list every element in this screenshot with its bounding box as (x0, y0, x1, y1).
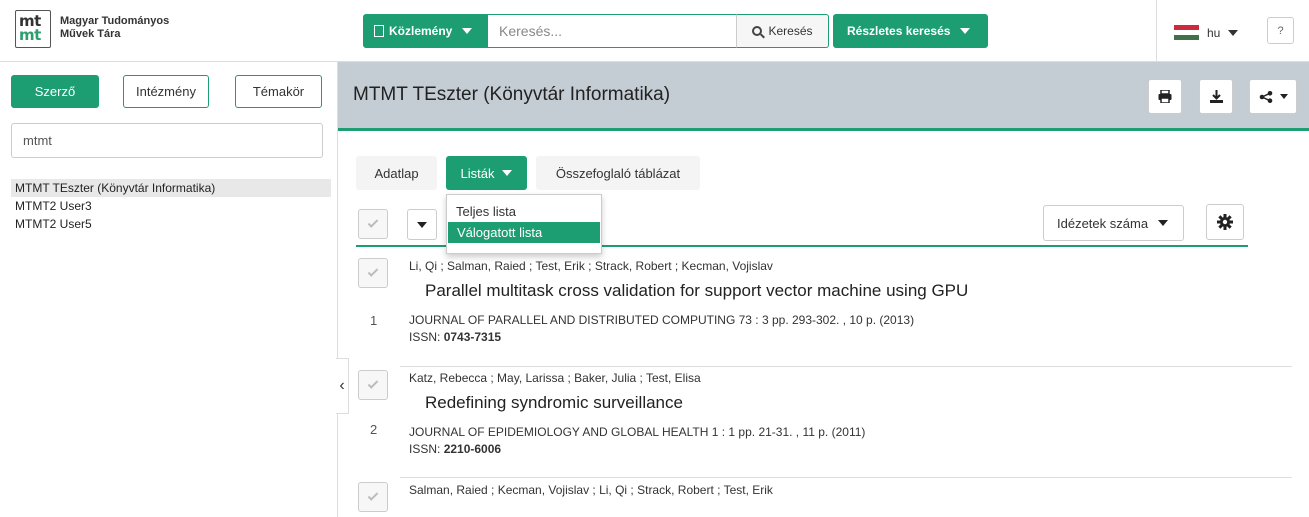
chevron-down-icon (1279, 94, 1288, 99)
tab-institution[interactable]: Intézmény (123, 75, 209, 108)
divider (400, 477, 1292, 478)
menu-item-selected-list[interactable]: Válogatott lista (448, 222, 600, 243)
item-issn: ISSN: 0743-7315 (409, 330, 501, 344)
check-icon (367, 378, 379, 389)
search-icon (752, 26, 763, 36)
divider (400, 366, 1292, 367)
chevron-down-icon (960, 28, 971, 34)
item-number: 1 (370, 313, 378, 328)
logo-text: Magyar Tudományos Művek Tára (60, 15, 169, 41)
issn-value: 2210-6006 (443, 442, 502, 456)
tab-datasheet-label: Adatlap (374, 165, 419, 181)
help-button[interactable]: ? (1267, 17, 1294, 44)
main-header: MTMT TEszter (Könyvtár Informatika) (338, 62, 1309, 131)
hungarian-flag-icon (1174, 25, 1199, 40)
download-button[interactable] (1199, 79, 1233, 114)
lists-dropdown-menu: Teljes lista Válogatott lista (446, 194, 602, 254)
tab-topic-label: Témakör (252, 84, 305, 99)
list-item[interactable]: MTMT2 User3 (11, 197, 331, 215)
top-bar: mt mt Magyar Tudományos Művek Tára Közle… (0, 0, 1309, 62)
chevron-left-icon: ‹ (339, 377, 345, 394)
chevron-down-icon (1158, 220, 1169, 226)
divider (1156, 0, 1157, 62)
list-item[interactable]: MTMT2 User5 (11, 215, 331, 233)
help-label: ? (1277, 24, 1284, 37)
select-all-checkbox[interactable] (358, 209, 388, 239)
chevron-down-icon (1228, 29, 1239, 36)
tab-topic[interactable]: Témakör (235, 75, 322, 108)
search-input[interactable]: Keresés... (488, 14, 737, 48)
issn-label: ISSN: (409, 330, 441, 344)
document-icon (374, 25, 384, 37)
printer-icon (1158, 90, 1172, 103)
language-selector[interactable]: hu (1174, 25, 1239, 40)
author-filter-value: mtmt (23, 133, 52, 148)
list-item: 2 Katz, Rebecca ; May, Larissa ; Baker, … (356, 370, 1292, 470)
author-list: MTMT TEszter (Könyvtár Informatika) MTMT… (11, 179, 331, 233)
item-title[interactable]: Parallel multitask cross validation for … (425, 281, 968, 301)
author-filter-input[interactable]: mtmt (11, 123, 323, 158)
issn-label: ISSN: (409, 442, 441, 456)
chevron-down-icon (417, 221, 427, 228)
item-checkbox[interactable] (358, 482, 388, 512)
tab-institution-label: Intézmény (136, 84, 196, 99)
tab-author[interactable]: Szerző (11, 75, 99, 108)
search-group: Közlemény Keresés... Keresés (363, 14, 829, 48)
logo-mark: mt mt (15, 10, 51, 48)
item-authors[interactable]: Salman, Raied ; Kecman, Vojislav ; Li, Q… (409, 483, 773, 497)
settings-button[interactable] (1206, 204, 1244, 240)
item-issn: ISSN: 2210-6006 (409, 442, 501, 456)
search-placeholder: Keresés... (499, 23, 563, 39)
advanced-search-label: Részletes keresés (847, 24, 951, 38)
sidebar: Szerző Intézmény Témakör mtmt MTMT TEszt… (0, 62, 338, 517)
item-authors[interactable]: Li, Qi ; Salman, Raied ; Test, Erik ; St… (409, 259, 773, 273)
logo-line2: Művek Tára (60, 28, 121, 40)
item-authors[interactable]: Katz, Rebecca ; May, Larissa ; Baker, Ju… (409, 371, 701, 385)
item-number: 2 (370, 422, 378, 437)
item-title[interactable]: Redefining syndromic surveillance (425, 393, 683, 413)
publication-type-label: Közlemény (389, 24, 453, 38)
item-checkbox[interactable] (358, 370, 388, 400)
share-button[interactable] (1249, 79, 1297, 114)
check-icon (367, 217, 379, 228)
item-checkbox[interactable] (358, 258, 388, 288)
item-journal: JOURNAL OF EPIDEMIOLOGY AND GLOBAL HEALT… (409, 425, 866, 439)
print-button[interactable] (1148, 79, 1182, 114)
menu-item-full-list[interactable]: Teljes lista (447, 201, 601, 222)
sort-dropdown[interactable]: Idézetek száma (1043, 205, 1184, 241)
tab-summary-table[interactable]: Összefoglaló táblázat (536, 156, 700, 190)
selection-menu-button[interactable] (407, 209, 437, 240)
sort-label: Idézetek száma (1057, 215, 1149, 231)
list-item: Salman, Raied ; Kecman, Vojislav ; Li, Q… (356, 482, 1292, 517)
issn-value: 0743-7315 (443, 330, 502, 344)
view-tabs: Adatlap Listák Összefoglaló táblázat (356, 156, 709, 190)
search-button[interactable]: Keresés (737, 14, 829, 48)
tab-lists[interactable]: Listák (446, 156, 527, 190)
gear-icon (1217, 214, 1233, 230)
tab-lists-label: Listák (460, 165, 495, 181)
chevron-down-icon (502, 170, 513, 176)
search-button-label: Keresés (768, 24, 813, 38)
tab-summary-table-label: Összefoglaló táblázat (555, 165, 681, 181)
tab-author-label: Szerző (34, 84, 76, 99)
page-title: MTMT TEszter (Könyvtár Informatika) (353, 84, 671, 105)
publication-type-dropdown[interactable]: Közlemény (363, 14, 488, 48)
check-icon (367, 266, 379, 277)
tab-datasheet[interactable]: Adatlap (356, 156, 437, 190)
share-icon (1259, 90, 1272, 103)
list-item[interactable]: MTMT TEszter (Könyvtár Informatika) (11, 179, 331, 197)
logo[interactable]: mt mt Magyar Tudományos Művek Tára (15, 10, 205, 50)
chevron-down-icon (462, 28, 473, 34)
check-icon (367, 490, 379, 501)
sidebar-collapse-button[interactable]: ‹ (336, 358, 349, 414)
advanced-search-button[interactable]: Részletes keresés (833, 14, 988, 48)
logo-line1: Magyar Tudományos (60, 15, 170, 27)
item-journal: JOURNAL OF PARALLEL AND DISTRIBUTED COMP… (409, 313, 915, 327)
download-icon (1209, 90, 1223, 103)
language-code: hu (1207, 25, 1221, 40)
logo-mark-bottom: mt (19, 26, 41, 44)
list-item: 1 Li, Qi ; Salman, Raied ; Test, Erik ; … (356, 258, 1292, 358)
